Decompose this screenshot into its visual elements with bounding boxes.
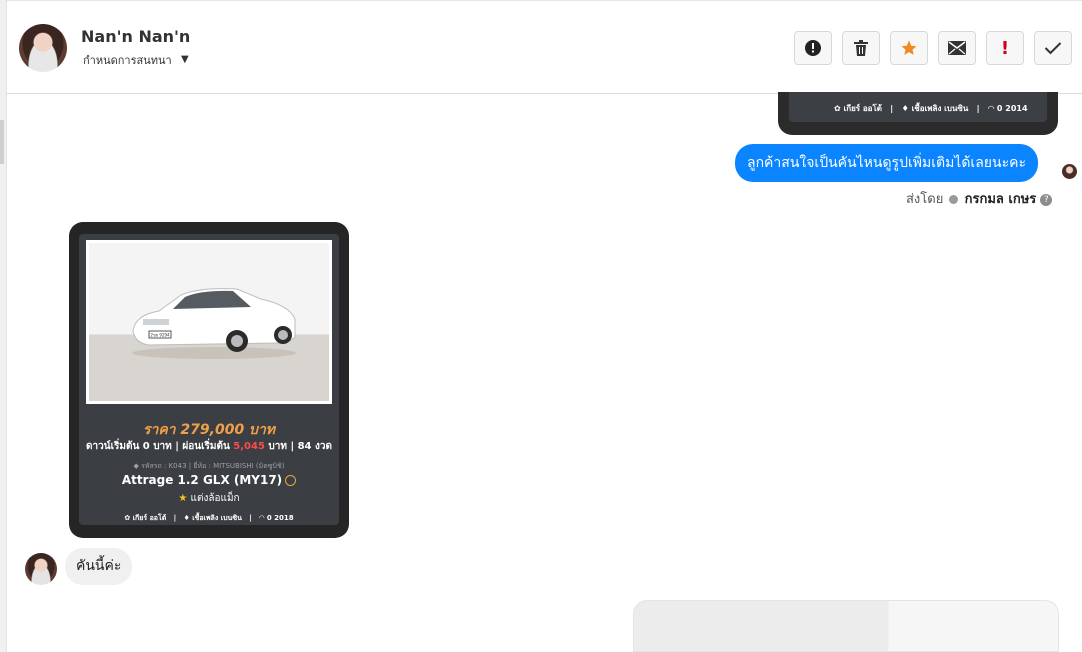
report-button[interactable] bbox=[794, 31, 832, 65]
car-listing-card[interactable]: 2ขธ 9294 ราคา 279,000 บาท ดาวน์เริ่มต้น … bbox=[69, 222, 349, 538]
mail-icon bbox=[948, 41, 966, 55]
schedule-conversation-label[interactable]: กำหนดการสนทนา bbox=[83, 51, 172, 69]
car-listing-panel: 2ขธ 9294 ราคา 279,000 บาท ดาวน์เริ่มต้น … bbox=[79, 234, 339, 525]
contact-name[interactable]: Nan'n Nan'n bbox=[81, 27, 190, 46]
fuel-label: เชื้อเพลิง เบนซิน bbox=[911, 104, 969, 113]
speedometer-icon: ◠ bbox=[987, 104, 995, 113]
star-button[interactable] bbox=[890, 31, 928, 65]
done-button[interactable] bbox=[1034, 31, 1072, 65]
gear-label: เกียร์ ออโต้ bbox=[132, 514, 167, 522]
previous-car-card[interactable]: ✿ เกียร์ ออโต้ | ♦ เชื้อเพลิง เบนซิน | ◠… bbox=[778, 92, 1058, 135]
car-price: ราคา 279,000 บาท bbox=[142, 422, 276, 438]
car-illustration: 2ขธ 9294 bbox=[132, 288, 296, 359]
verified-badge-icon bbox=[285, 475, 297, 486]
fuel-icon: ♦ bbox=[901, 104, 909, 113]
model-text: Attrage 1.2 GLX (MY17) bbox=[121, 473, 283, 487]
sent-by-line: ส่งโดย กรกมล เกษร ? bbox=[906, 188, 1053, 209]
terms-suffix: บาท | 84 งวด bbox=[264, 441, 332, 452]
car-specs: ✿ เกียร์ ออโต้ | ♦ เชื้อเพลิง เบนซิน | ◠… bbox=[124, 514, 294, 522]
fuel-icon: ♦ bbox=[183, 514, 190, 522]
caret-down-icon[interactable]: ▼ bbox=[181, 54, 189, 65]
next-image-attachment[interactable] bbox=[633, 600, 1059, 652]
car-model: Attrage 1.2 GLX (MY17) bbox=[79, 473, 339, 487]
car-photo[interactable]: 2ขธ 9294 bbox=[86, 240, 332, 404]
contact-avatar[interactable] bbox=[19, 24, 67, 72]
speedometer-icon: ◠ bbox=[259, 514, 265, 522]
exclamation-icon: ! bbox=[1000, 37, 1010, 59]
terms-prefix: ดาวน์เริ่มต้น 0 บาท | ผ่อนเริ่มต้น bbox=[86, 441, 234, 452]
financing-terms: ดาวน์เริ่มต้น 0 บาท | ผ่อนเริ่มต้น 5,045… bbox=[79, 439, 339, 454]
star-icon bbox=[901, 40, 917, 55]
mail-button[interactable] bbox=[938, 31, 976, 65]
gear-icon: ✿ bbox=[834, 104, 841, 113]
agent-mini-avatar bbox=[1062, 164, 1077, 179]
previous-car-card-panel: ✿ เกียร์ ออโต้ | ♦ เชื้อเพลิง เบนซิน | ◠… bbox=[789, 92, 1047, 122]
alert-circle-icon bbox=[805, 40, 821, 56]
help-icon[interactable]: ? bbox=[1040, 193, 1053, 206]
car-codes: ◆ รหัสรถ : K043 | ยี่ห้อ : MITSUBISHI (ม… bbox=[79, 461, 339, 472]
star-icon: ★ bbox=[178, 493, 188, 504]
license-plate: 2ขธ 9294 bbox=[150, 333, 170, 338]
left-scroll-rail bbox=[0, 0, 7, 652]
mileage-label: 0 2014 bbox=[996, 104, 1028, 113]
monthly-payment: 5,045 bbox=[233, 441, 265, 452]
sent-by-prefix: ส่งโดย bbox=[906, 192, 944, 207]
check-icon bbox=[1044, 42, 1062, 55]
mileage-label: 0 2018 bbox=[266, 514, 294, 522]
customer-avatar[interactable] bbox=[25, 553, 57, 585]
incoming-message-bubble[interactable]: คันนี้ค่ะ bbox=[65, 548, 133, 585]
previous-car-specs: ✿ เกียร์ ออโต้ | ♦ เชื้อเพลิง เบนซิน | ◠… bbox=[834, 104, 1028, 113]
important-button[interactable]: ! bbox=[986, 31, 1024, 65]
codes-text: รหัสรถ : K043 | ยี่ห้อ : MITSUBISHI (มิต… bbox=[141, 462, 285, 470]
conversation-header: Nan'n Nan'n กำหนดการสนทนา ▼ ! bbox=[7, 0, 1082, 94]
car-feature: ★ แต่งล้อแม็ก bbox=[79, 491, 339, 506]
scroll-indicator[interactable] bbox=[0, 120, 4, 164]
feature-text: แต่งล้อแม็ก bbox=[190, 493, 240, 504]
delete-button[interactable] bbox=[842, 31, 880, 65]
tag-icon: ◆ bbox=[133, 462, 139, 470]
verified-icon bbox=[949, 195, 959, 204]
fuel-label: เชื้อเพลิง เบนซิน bbox=[192, 514, 242, 522]
gear-icon: ✿ bbox=[124, 514, 131, 522]
outgoing-message-bubble[interactable]: ลูกค้าสนใจเป็นคันไหนดูรูปเพิ่มเติมได้เลย… bbox=[735, 144, 1038, 182]
sender-name: กรกมล เกษร bbox=[964, 192, 1037, 207]
gear-label: เกียร์ ออโต้ bbox=[843, 104, 882, 113]
trash-icon bbox=[854, 40, 868, 56]
